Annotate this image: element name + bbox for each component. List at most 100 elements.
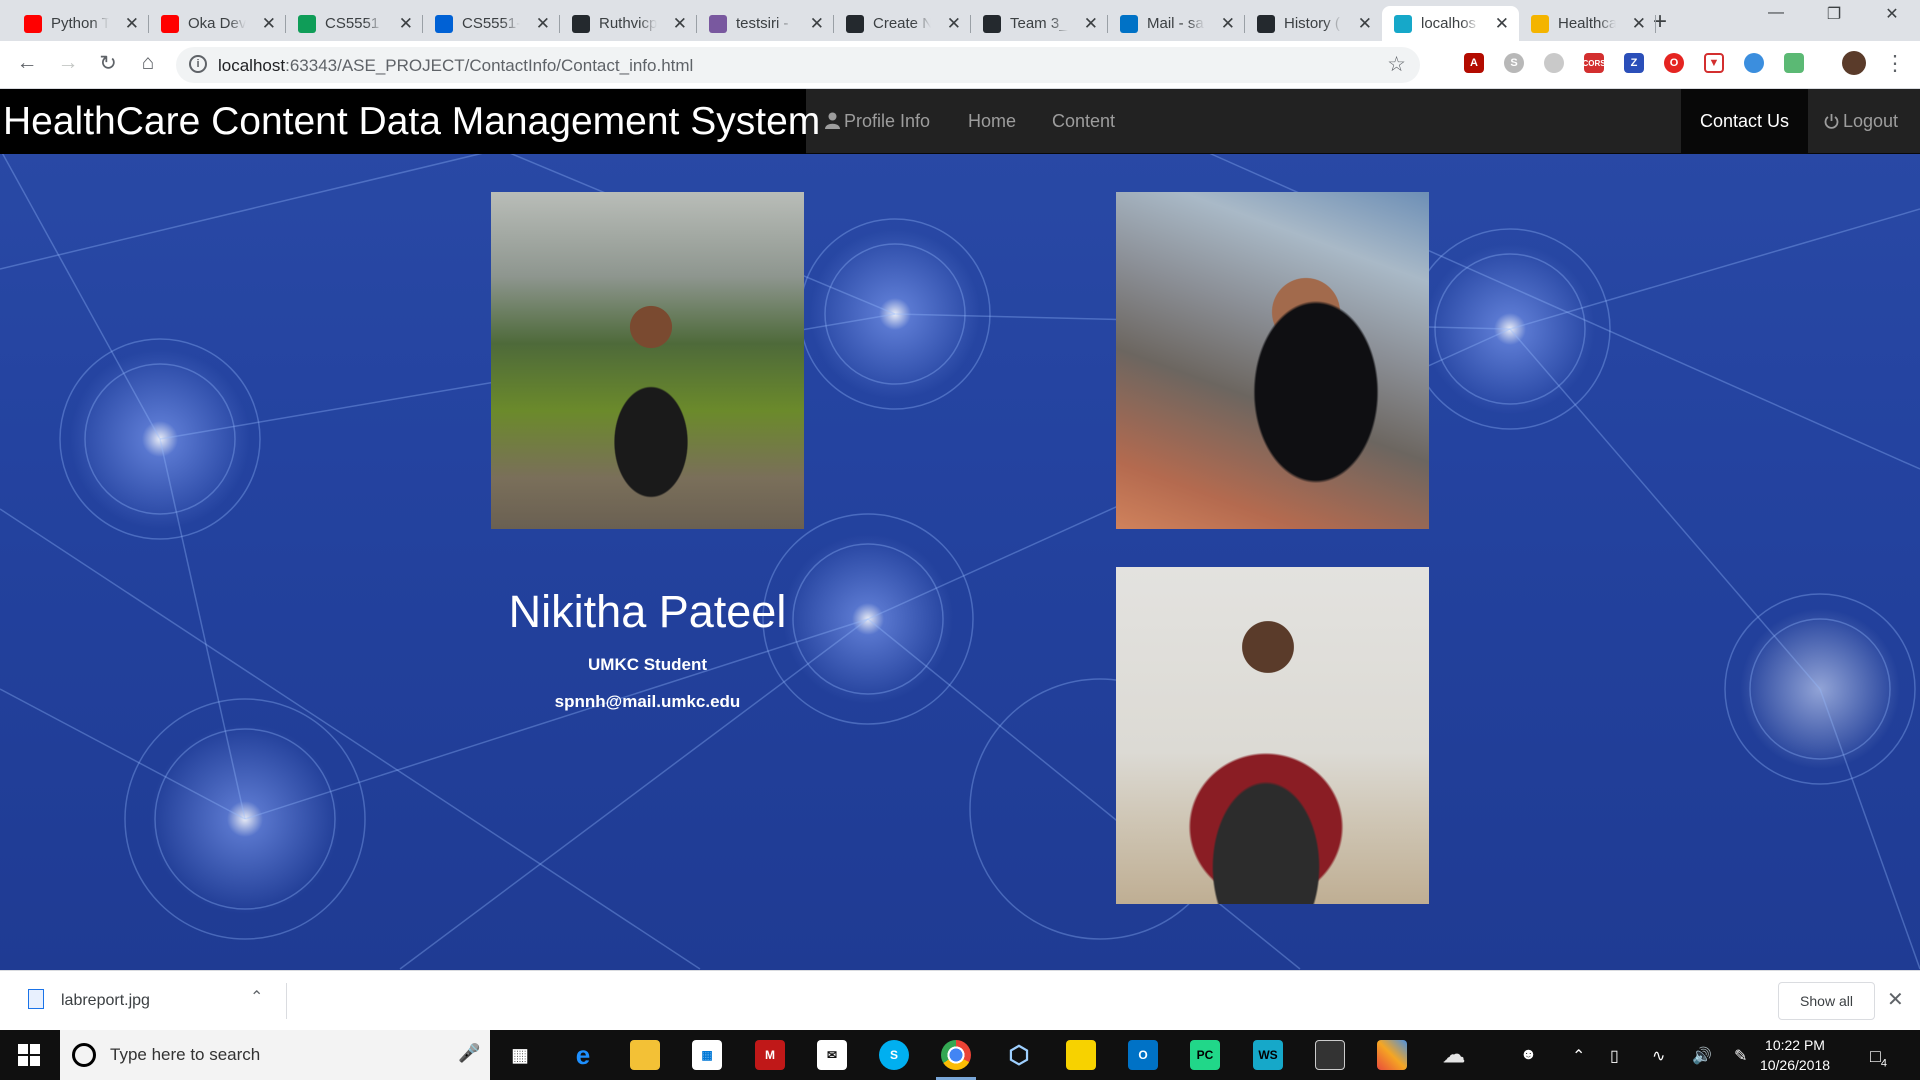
cors-extension-icon[interactable]: CORS [1582, 53, 1606, 73]
team-member-photo-2[interactable] [1116, 192, 1429, 529]
microphone-icon[interactable]: 🎤 [458, 1043, 480, 1064]
nav-contact-us[interactable]: Contact Us [1681, 89, 1809, 154]
brand-title[interactable]: HealthCare Content Data Management Syste… [0, 89, 820, 154]
maximize-button[interactable]: ❐ [1806, 4, 1862, 24]
site-info-icon[interactable]: i [189, 55, 207, 73]
tab-close-icon[interactable]: ✕ [125, 14, 139, 34]
nav-logout-label: Logout [1843, 111, 1899, 131]
terminal-icon[interactable] [1315, 1040, 1345, 1070]
file-explorer-icon[interactable] [630, 1040, 660, 1070]
app-icon[interactable]: ☁ [1439, 1040, 1469, 1070]
acrobat-extension-icon[interactable]: A [1464, 53, 1484, 73]
edge-icon[interactable]: e [568, 1040, 598, 1070]
webstorm-icon[interactable]: WS [1253, 1040, 1283, 1070]
nav-home[interactable]: Home [968, 89, 1016, 154]
clock-date: 10/26/2018 [1759, 1057, 1831, 1073]
globe-extension-icon[interactable] [1744, 53, 1764, 73]
home-icon[interactable]: ⌂ [135, 51, 161, 75]
circle-extension-icon[interactable] [1544, 53, 1564, 73]
nav-profile-label: Profile Info [844, 111, 931, 131]
opera-extension-icon[interactable]: O [1664, 53, 1684, 73]
tab-close-icon[interactable]: ✕ [399, 14, 413, 34]
outlook-icon [1120, 14, 1138, 33]
search-placeholder: Type here to search [110, 1045, 261, 1064]
tab-close-icon[interactable]: ✕ [536, 14, 550, 34]
reload-icon[interactable]: ↻ [95, 51, 121, 76]
people-icon[interactable]: ☻ [1520, 1046, 1537, 1064]
browser-tab[interactable]: History (✕ [1245, 6, 1382, 41]
address-bar[interactable]: i localhost:63343/ASE_PROJECT/ContactInf… [176, 47, 1420, 83]
battery-icon[interactable]: ▯ [1610, 1046, 1619, 1066]
bookmark-star-icon[interactable]: ☆ [1387, 52, 1406, 77]
browser-tab[interactable]: Ruthvicp ✕ [560, 6, 697, 41]
tab-close-icon[interactable]: ✕ [1495, 14, 1509, 34]
nav-logout[interactable]: Logout [1824, 89, 1898, 154]
windows-start-icon[interactable] [18, 1044, 40, 1066]
browser-tab[interactable]: Create N ✕ [834, 6, 971, 41]
team-member-photo-1[interactable] [491, 192, 804, 529]
github-icon [572, 14, 590, 33]
system-clock[interactable]: 10:22 PM 10/26/2018 [1755, 1035, 1835, 1075]
mcafee-icon[interactable]: M [755, 1040, 785, 1070]
mail-icon[interactable]: ✉ [817, 1040, 847, 1070]
tab-close-icon[interactable]: ✕ [1221, 14, 1235, 34]
sourcetree-icon[interactable] [1377, 1040, 1407, 1070]
zotero-extension-icon[interactable]: Z [1624, 53, 1644, 73]
download-item[interactable]: labreport.jpg [61, 992, 150, 1010]
tab-title: Team 3_ [1010, 15, 1068, 32]
nav-profile-info[interactable]: Profile Info [825, 89, 930, 154]
tab-close-icon[interactable]: ✕ [1632, 14, 1646, 34]
profile-avatar[interactable] [1842, 51, 1866, 75]
tab-close-icon[interactable]: ✕ [810, 14, 824, 34]
outlook-icon[interactable]: O [1128, 1040, 1158, 1070]
tab-title: CS5551 [325, 15, 380, 32]
sheets-extension-icon[interactable] [1784, 53, 1804, 73]
browser-tab[interactable]: CS5551 ✕ [286, 6, 423, 41]
tab-close-icon[interactable]: ✕ [1358, 14, 1372, 34]
tab-close-icon[interactable]: ✕ [262, 14, 276, 34]
pycharm-icon[interactable]: PC [1190, 1040, 1220, 1070]
minimize-button[interactable]: — [1748, 4, 1804, 22]
pocket-extension-icon[interactable]: ▼ [1704, 53, 1724, 73]
skype-extension-icon[interactable]: S [1504, 53, 1524, 73]
pen-icon[interactable]: ✎ [1734, 1046, 1747, 1066]
team-member-photo-3[interactable] [1116, 567, 1429, 904]
browser-tab[interactable]: Mail - sa ✕ [1108, 6, 1245, 41]
github-icon [983, 14, 1001, 33]
taskbar-search-box[interactable]: Type here to search 🎤 [60, 1030, 490, 1080]
chevron-up-icon[interactable]: ⌃ [250, 987, 263, 1007]
browser-tab[interactable]: Python T ✕ [12, 6, 149, 41]
browser-tab[interactable]: localhos ✕ [1382, 6, 1519, 41]
clock-time: 10:22 PM [1765, 1037, 1825, 1053]
chrome-menu-icon[interactable]: ⋮ [1882, 51, 1908, 76]
nav-content[interactable]: Content [1052, 89, 1115, 154]
tab-close-icon[interactable]: ✕ [1084, 14, 1098, 34]
close-icon[interactable]: ✕ [1887, 987, 1904, 1012]
chrome-icon[interactable] [941, 1040, 971, 1070]
forward-icon[interactable]: → [55, 51, 81, 75]
github-icon [846, 14, 864, 33]
browser-tab[interactable]: Healthca ✕ [1519, 6, 1656, 41]
browser-tab[interactable]: Oka Dev ✕ [149, 6, 286, 41]
wifi-icon[interactable]: ∿ [1652, 1046, 1665, 1066]
task-view-icon[interactable]: ▦ [505, 1040, 535, 1070]
notification-count: 4 [1880, 1057, 1887, 1070]
back-icon[interactable]: ← [14, 51, 40, 75]
image-file-icon [28, 989, 44, 1009]
store-icon[interactable]: ▦ [692, 1040, 722, 1070]
show-all-button[interactable]: Show all [1778, 982, 1875, 1020]
tab-close-icon[interactable]: ✕ [947, 14, 961, 34]
skype-icon[interactable]: S [879, 1040, 909, 1070]
browser-tab[interactable]: testsiri - ✕ [697, 6, 834, 41]
tab-close-icon[interactable]: ✕ [673, 14, 687, 34]
url-text[interactable]: localhost:63343/ASE_PROJECT/ContactInfo/… [218, 56, 693, 76]
chevron-up-tray-icon[interactable]: ⌃ [1572, 1046, 1585, 1066]
close-window-button[interactable]: ✕ [1864, 4, 1920, 24]
virtualbox-icon[interactable]: ⬡ [1004, 1040, 1034, 1070]
browser-tab[interactable]: Team 3_ ✕ [971, 6, 1108, 41]
tab-title: localhos [1421, 15, 1477, 32]
volume-icon[interactable]: 🔊 [1692, 1046, 1712, 1066]
browser-tab[interactable]: CS5551- ✕ [423, 6, 560, 41]
sticky-notes-icon[interactable] [1066, 1040, 1096, 1070]
notification-icon[interactable]: □4 [1870, 1046, 1887, 1070]
